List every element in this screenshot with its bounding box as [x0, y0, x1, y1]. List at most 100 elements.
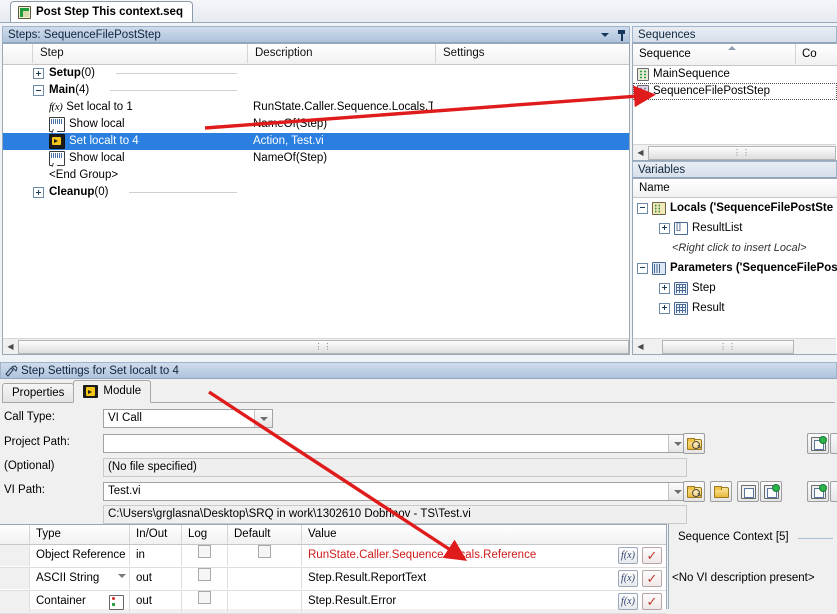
steps-scroll-track[interactable]: ⋮⋮: [18, 339, 629, 354]
column-header-log[interactable]: Log: [182, 525, 228, 543]
extra-button[interactable]: [830, 481, 837, 502]
column-header-settings[interactable]: Settings: [436, 44, 629, 63]
variable-tree-item[interactable]: ResultList: [633, 218, 837, 238]
step-row[interactable]: Show local NameOf(Step): [3, 116, 629, 133]
log-checkbox[interactable]: [198, 591, 211, 604]
param-default-cell[interactable]: [228, 545, 302, 566]
seq-scroll-track[interactable]: ⋮⋮: [648, 145, 836, 160]
log-checkbox[interactable]: [198, 545, 211, 558]
scroll-left-arrow[interactable]: ◀: [3, 340, 18, 354]
variables-horizontal-scrollbar[interactable]: ◀ ⋮⋮: [633, 338, 836, 354]
sync-parameters-button-top[interactable]: [807, 433, 829, 454]
collapse-icon[interactable]: [637, 262, 648, 274]
collapse-icon[interactable]: [33, 85, 44, 96]
variables-grid-header[interactable]: Name: [633, 179, 837, 198]
column-header-gutter-params: [0, 525, 30, 543]
call-type-combobox[interactable]: VI Call: [103, 409, 273, 428]
var-scroll-left-arrow[interactable]: ◀: [633, 340, 648, 354]
default-checkbox[interactable]: [258, 545, 271, 558]
row-gutter[interactable]: [0, 545, 30, 566]
param-log-cell[interactable]: [182, 545, 228, 566]
expand-icon[interactable]: [33, 187, 44, 198]
column-header-description[interactable]: Description: [248, 44, 436, 63]
pin-icon[interactable]: [617, 29, 626, 41]
step-settings-body: Properties Module Call Type: VI Call Pro…: [0, 379, 837, 524]
param-value-cell[interactable]: RunState.Caller.Sequence.Locals.Referenc…: [302, 545, 667, 566]
browse-project-button[interactable]: [683, 433, 705, 454]
steps-horizontal-scrollbar[interactable]: ◀ ⋮⋮: [3, 338, 629, 354]
column-header-co[interactable]: Co: [796, 44, 837, 64]
param-default-cell[interactable]: [228, 568, 302, 589]
document-tab-label: Post Step This context.seq: [36, 6, 183, 18]
variable-tree-item[interactable]: Result: [633, 298, 837, 318]
check-button[interactable]: ✓: [642, 547, 662, 564]
param-log-cell[interactable]: [182, 568, 228, 589]
expression-browser-button[interactable]: f(x): [618, 570, 638, 587]
expand-icon[interactable]: [659, 222, 670, 234]
column-header-default[interactable]: Default: [228, 525, 302, 543]
collapse-icon[interactable]: [637, 202, 648, 214]
call-type-dropdown-arrow[interactable]: [254, 410, 272, 427]
table-row[interactable]: ASCII String out Step.Result.ReportText f(x…: [0, 568, 666, 591]
sequence-list-item[interactable]: MainSequence: [633, 66, 837, 83]
table-row[interactable]: Container out Step.Result.Error f(x) ✓: [0, 591, 666, 614]
steps-scroll-thumb[interactable]: ⋮⋮: [18, 339, 629, 354]
step-row[interactable]: Show local NameOf(Step): [3, 150, 629, 167]
seq-scroll-left-arrow[interactable]: ◀: [633, 146, 648, 160]
expand-icon[interactable]: [659, 282, 670, 294]
vi-path-combobox[interactable]: Test.vi: [103, 482, 687, 501]
column-header-sequence[interactable]: Sequence: [633, 44, 796, 64]
var-scroll-thumb[interactable]: ⋮⋮: [662, 339, 794, 354]
check-button[interactable]: ✓: [642, 593, 662, 610]
project-path-combobox[interactable]: [103, 434, 687, 453]
chevron-down-icon[interactable]: [601, 33, 609, 37]
seq-scroll-thumb[interactable]: ⋮⋮: [648, 145, 836, 160]
param-type-cell[interactable]: ASCII String: [30, 568, 130, 589]
check-button[interactable]: ✓: [642, 570, 662, 587]
extra-button-top[interactable]: [830, 433, 837, 454]
table-row[interactable]: Object Reference in RunState.Caller.Sequen…: [0, 545, 666, 568]
expand-icon[interactable]: [659, 302, 670, 314]
expression-browser-button[interactable]: f(x): [618, 593, 638, 610]
row-gutter[interactable]: [0, 568, 30, 589]
column-header-inout[interactable]: In/Out: [130, 525, 182, 543]
step-row[interactable]: Set localt to 4 Action, Test.vi: [3, 133, 629, 150]
browse-vi-button[interactable]: [683, 481, 705, 502]
column-header-step[interactable]: Step: [33, 44, 248, 63]
step-name-label: Show local: [69, 118, 125, 130]
edit-vi-button[interactable]: [760, 481, 782, 502]
param-type-dropdown-arrow[interactable]: [118, 574, 126, 578]
step-group-count: (0): [80, 67, 96, 79]
step-row[interactable]: <End Group>: [3, 167, 629, 184]
sequences-horizontal-scrollbar[interactable]: ◀ ⋮⋮: [633, 144, 836, 160]
tab-module[interactable]: Module: [73, 380, 152, 403]
expand-icon[interactable]: [33, 68, 44, 79]
param-type-cell[interactable]: Object Reference: [30, 545, 130, 566]
column-header-value[interactable]: Value: [302, 525, 667, 543]
select-vi-button[interactable]: [737, 481, 759, 502]
step-row[interactable]: Cleanup (0): [3, 184, 629, 201]
step-row[interactable]: Setup (0): [3, 65, 629, 82]
variable-tree-item[interactable]: <Right click to insert Local>: [633, 238, 837, 258]
param-type-label: Object Reference: [36, 549, 126, 561]
variable-tree-item[interactable]: Parameters ('SequenceFilePos: [633, 258, 837, 278]
step-row[interactable]: Main (4): [3, 82, 629, 99]
tab-properties[interactable]: Properties: [2, 383, 75, 403]
var-scroll-track[interactable]: ⋮⋮: [648, 339, 836, 354]
new-vi-button[interactable]: [710, 481, 732, 502]
param-inout-cell[interactable]: out: [130, 568, 182, 589]
sync-parameters-button[interactable]: [807, 481, 829, 502]
document-tab-post-step[interactable]: Post Step This context.seq: [10, 1, 193, 22]
param-value-cell[interactable]: Step.Result.ReportText f(x) ✓: [302, 568, 667, 589]
variable-tree-item[interactable]: Locals ('SequenceFilePostSte: [633, 198, 837, 218]
expression-browser-button[interactable]: f(x): [618, 547, 638, 564]
param-inout-cell[interactable]: in: [130, 545, 182, 566]
vi-description-note: <No VI description present>: [672, 572, 815, 584]
variable-name-label: Result: [692, 302, 725, 314]
step-row[interactable]: f(x) Set local to 1 RunState.Caller.Sequen…: [3, 99, 629, 116]
column-header-type[interactable]: Type: [30, 525, 130, 543]
sequence-list-item[interactable]: SequenceFilePostStep: [633, 83, 837, 100]
log-checkbox[interactable]: [198, 568, 211, 581]
variable-tree-item[interactable]: Step: [633, 278, 837, 298]
sequence-icon-green: [637, 68, 649, 81]
